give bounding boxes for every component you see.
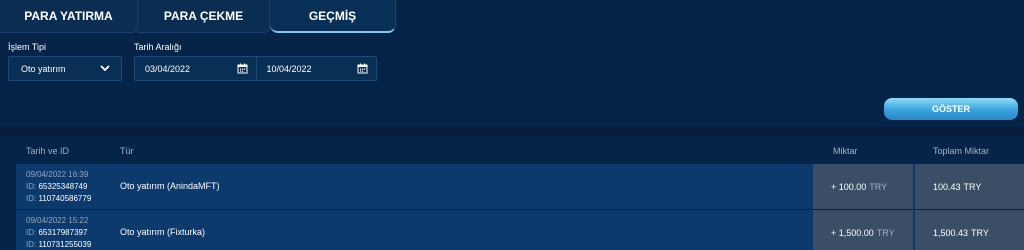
row-total: 1,500.43 xyxy=(933,227,969,238)
date-range: 03/04/2022 10/04/2022 xyxy=(134,56,377,81)
id-prefix: ID: xyxy=(26,182,37,191)
row-total-currency: TRY xyxy=(963,181,982,192)
row-amount-currency: TRY xyxy=(876,227,895,238)
tab-label: GEÇMİŞ xyxy=(308,8,357,23)
date-from-value: 03/04/2022 xyxy=(145,63,191,74)
row-datetime: 09/04/2022 15:22 xyxy=(26,216,89,225)
chevron-down-icon xyxy=(99,62,111,76)
tab-label: PARA ÇEKME xyxy=(163,9,244,23)
date-to-value: 10/04/2022 xyxy=(266,63,312,74)
section-divider xyxy=(0,127,1024,136)
row-type: Oto yatırım (AnindaMFT) xyxy=(120,181,220,191)
row-total-cell: 100.43 TRY xyxy=(915,164,1024,209)
tab-bar: PARA YATIRMA PARA ÇEKME GEÇMİŞ xyxy=(0,0,396,33)
row-meta: 09/04/2022 15:22 ID: 65317987397 ID: 110… xyxy=(26,215,91,250)
row-meta: 09/04/2022 16:39 ID: 65325348749 ID: 110… xyxy=(26,169,91,205)
id-prefix: ID: xyxy=(26,240,37,249)
tab-gecmis[interactable]: GEÇMİŞ xyxy=(270,0,396,33)
id-prefix: ID: xyxy=(26,194,37,203)
tab-para-cekme[interactable]: PARA ÇEKME xyxy=(138,0,270,33)
row-total-currency: TRY xyxy=(971,227,989,238)
row-datetime: 09/04/2022 16:39 xyxy=(26,170,89,179)
table-header: Tarih ve ID Tür Miktar Toplam Miktar xyxy=(16,140,1024,162)
row-amount-cell: + 1,500.00 TRY xyxy=(813,210,913,250)
row-amount: + 100.00 xyxy=(831,181,867,192)
row-amount: + 1,500.00 xyxy=(831,227,874,238)
row-id-1: 65317987397 xyxy=(38,228,88,237)
date-from-field[interactable]: 03/04/2022 xyxy=(135,57,256,80)
header-type: Tür xyxy=(120,146,134,156)
row-id-2: 110731255039 xyxy=(38,240,92,249)
tab-para-yatirma[interactable]: PARA YATIRMA xyxy=(0,0,138,33)
header-amount: Miktar xyxy=(833,146,858,156)
header-date-id: Tarih ve ID xyxy=(26,146,70,156)
calendar-icon[interactable] xyxy=(237,63,248,76)
id-prefix: ID: xyxy=(26,228,37,237)
transaction-type-select[interactable]: Oto yatırım xyxy=(8,56,122,81)
tab-label: PARA YATIRMA xyxy=(24,9,113,23)
show-button-label: GÖSTER xyxy=(931,104,970,114)
row-total: 100.43 xyxy=(933,181,961,192)
table-row[interactable]: 09/04/2022 16:39 ID: 65325348749 ID: 110… xyxy=(16,164,1024,209)
table-row[interactable]: 09/04/2022 15:22 ID: 65317987397 ID: 110… xyxy=(16,210,1024,250)
date-to-field[interactable]: 10/04/2022 xyxy=(255,57,376,80)
row-amount-currency: TRY xyxy=(869,181,888,192)
row-id-2: 110740586779 xyxy=(38,194,92,203)
header-total: Toplam Miktar xyxy=(933,146,990,156)
row-id-1: 65325348749 xyxy=(38,182,88,191)
row-type: Oto yatırım (Fixturka) xyxy=(120,227,206,237)
transaction-type-value: Oto yatırım xyxy=(21,63,66,74)
row-amount-cell: + 100.00 TRY xyxy=(813,164,913,209)
row-total-cell: 1,500.43 TRY xyxy=(915,210,1024,250)
date-range-label: Tarih Aralığı xyxy=(134,42,182,52)
transaction-type-label: İşlem Tipi xyxy=(8,42,47,52)
calendar-icon[interactable] xyxy=(357,63,368,76)
show-button[interactable]: GÖSTER xyxy=(884,98,1018,120)
